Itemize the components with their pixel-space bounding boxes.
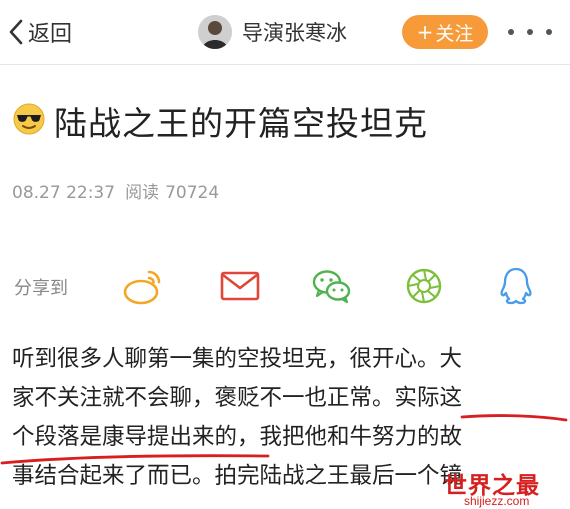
follow-label: 关注 [435, 22, 474, 45]
content-line: 个段落是康导提出来的，我把他和牛努力的故 [12, 424, 463, 450]
more-dot-icon [508, 29, 514, 35]
chevron-left-icon [8, 18, 24, 46]
watermark-url: shijiezz.com [464, 494, 530, 508]
reads-label: 阅读 [125, 183, 160, 203]
share-label: 分享到 [14, 278, 68, 299]
moments-icon[interactable] [402, 264, 446, 308]
watermark-logo: 世界之最 shijiezz.com [444, 466, 570, 509]
avatar[interactable] [198, 15, 232, 49]
share-bar: 分享到 [0, 258, 570, 314]
top-bar: 返回 导演张寒冰 + 关注 [0, 0, 570, 64]
sunglasses-emoji-icon [12, 102, 46, 140]
post-meta: 08.27 22:37 阅读 70724 [12, 178, 229, 203]
wechat-icon[interactable] [310, 264, 354, 308]
plus-icon: + [416, 20, 434, 44]
post-date: 08.27 22:37 [12, 183, 116, 203]
reads-count: 70724 [165, 183, 220, 203]
author-profile[interactable]: 导演张寒冰 [198, 12, 347, 52]
more-dot-icon [527, 29, 533, 35]
header-divider [0, 64, 570, 65]
back-label: 返回 [28, 22, 73, 47]
author-name[interactable]: 导演张寒冰 [242, 17, 347, 47]
post-title-row: 陆战之王的开篇空投坦克 [12, 96, 428, 146]
qq-icon[interactable] [494, 264, 538, 308]
more-options-button[interactable] [508, 20, 552, 44]
follow-button[interactable]: + 关注 [402, 15, 488, 49]
back-button[interactable]: 返回 [8, 14, 72, 50]
weibo-icon[interactable] [122, 264, 166, 308]
more-dot-icon [546, 29, 552, 35]
post-title: 陆战之王的开篇空投坦克 [54, 104, 428, 143]
mail-icon[interactable] [218, 264, 262, 308]
content-line: 听到很多人聊第一集的空投坦克，很开心。大 [12, 346, 463, 372]
content-line: 家不关注就不会聊，褒贬不一也正常。实际这 [12, 385, 463, 411]
